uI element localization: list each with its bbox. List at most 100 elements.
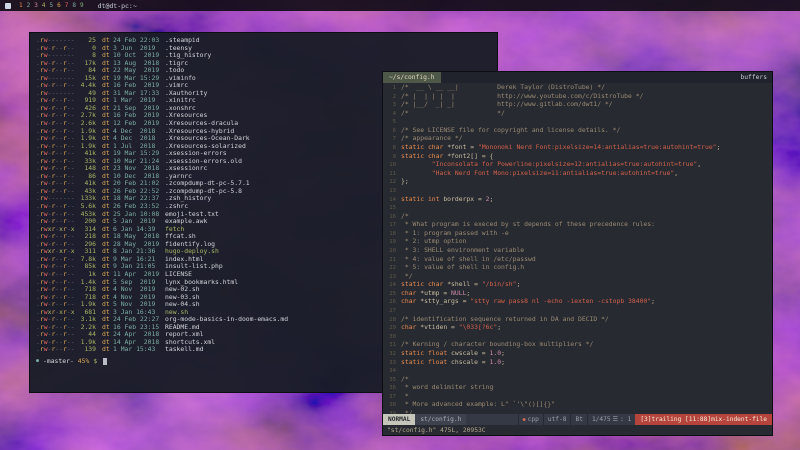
code-token: *vtiden = (420, 323, 458, 331)
code-token: ; (651, 297, 655, 305)
git-branch-label: -master- (43, 358, 74, 366)
top-panel: 123456789 dt@dt-pc:~ (0, 0, 800, 11)
code-line: 12}; (383, 178, 772, 187)
position-value: 1/475 (592, 416, 611, 423)
filetype-label: cpp (528, 416, 539, 423)
line-number: 29 (383, 325, 396, 333)
code-token: *utmp = (420, 289, 451, 297)
code-area[interactable]: 1 /* __ \ __ __| Derek Taylor (DistroTube… (383, 83, 772, 414)
workspace-4[interactable]: 4 (42, 3, 46, 9)
line-number: 35 (383, 377, 396, 385)
code-token: char (428, 152, 447, 160)
vim-editor-window[interactable]: ~/s/config.h buffers 1/* __ \ __ __| Der… (383, 72, 772, 435)
code-token: cwscale = (451, 349, 489, 357)
code-token: *shell = (447, 280, 482, 288)
workspace-9[interactable]: 9 (80, 3, 84, 9)
launcher-icon[interactable] (5, 3, 11, 9)
line-number: 14 (383, 197, 396, 205)
file-size: 139 (76, 346, 96, 354)
line-number: 23 (383, 274, 396, 282)
git-branch-icon: ● (36, 358, 39, 366)
prompt-usage: 45% (78, 358, 90, 366)
line-number: 15 (383, 205, 396, 213)
code-line: 33static float chscale = 1.0; (383, 359, 772, 368)
line-number: 28 (383, 317, 396, 325)
code-token: /* __ \ __ __| Derek Taylor (DistroTube)… (401, 83, 605, 91)
encoding-segment: utf-8 (543, 414, 571, 425)
line-number: 8 (383, 145, 396, 153)
code-token: static (401, 349, 428, 357)
code-token: 1.0 (490, 349, 502, 357)
position-segment: 1/475☰: 1 (587, 414, 635, 425)
code-token: ; (497, 323, 501, 331)
code-line: 22 * 5: value of shell in config.h (383, 264, 772, 273)
code-token: *font2[] = { (447, 152, 493, 160)
code-line: 4/* */ (383, 110, 772, 119)
code-token: ; (466, 289, 470, 297)
code-token: *stty_args = (420, 297, 470, 305)
line-number: 16 (383, 214, 396, 222)
code-token: int (428, 195, 443, 203)
whitespace-warning-segment: [3]trailing [11:88]mix-indent-file (635, 414, 772, 425)
code-token: ; (490, 195, 494, 203)
file-owner: dt (102, 346, 113, 354)
statusline-filename: st/config.h (415, 414, 466, 425)
code-token: ; (516, 280, 520, 288)
line-number: 10 (383, 162, 396, 170)
workspace-2[interactable]: 2 (27, 3, 31, 9)
code-token: float (428, 358, 451, 366)
code-token: /* | | | | | http://www.youtube.com/c/Di… (401, 92, 643, 100)
code-token: /* See LICENSE file for copyright and li… (401, 126, 620, 134)
code-token (401, 160, 432, 168)
line-number: 1 (383, 85, 396, 93)
workspace-5[interactable]: 5 (50, 3, 54, 9)
line-number: 33 (383, 360, 396, 368)
code-token: ; (501, 349, 505, 357)
tabline-fill (441, 72, 736, 83)
code-token: "\033[?6c" (459, 323, 497, 331)
line-number: 32 (383, 351, 396, 359)
code-line: 29 char *vtiden = "\033[?6c"; (383, 324, 772, 333)
code-token: static (401, 152, 428, 160)
workspace-8[interactable]: 8 (72, 3, 76, 9)
line-number: 20 (383, 248, 396, 256)
code-token: char (401, 323, 420, 331)
cpp-filetype-icon: ● (523, 417, 526, 423)
vim-command-line: "st/config.h" 475L, 20953C (383, 425, 772, 435)
workspace-3[interactable]: 3 (34, 3, 38, 9)
line-number: 36 (383, 385, 396, 393)
code-token: * More advanced example: L" `'\"()[]{}" (401, 400, 555, 408)
code-line: 14static int borderpx = 2; (383, 196, 772, 205)
workspace-6[interactable]: 6 (57, 3, 61, 9)
line-number: 12 (383, 179, 396, 187)
line-number: 22 (383, 265, 396, 273)
code-token: ; (501, 358, 505, 366)
code-token: * word delimiter string (401, 383, 493, 391)
line-number: 21 (383, 257, 396, 265)
code-line: 34 (383, 367, 772, 376)
code-line: 15 (383, 204, 772, 213)
code-token: "Hack Nerd Font Mono:pixelsize=11:antial… (432, 169, 674, 177)
code-token: /* (401, 212, 409, 220)
line-number: 9 (383, 154, 396, 162)
workspace-7[interactable]: 7 (65, 3, 69, 9)
code-token: "stty raw pass8 nl -echo -iexten -cstopb… (470, 297, 651, 305)
code-token: borderpx = (443, 195, 485, 203)
line-number: 30 (383, 334, 396, 342)
line-number: 11 (383, 171, 396, 179)
code-token: /* |__/ _| _| http://www.gitlab.com/dwt1… (401, 100, 613, 108)
code-token: char (401, 297, 420, 305)
workspace-1[interactable]: 1 (19, 3, 23, 9)
file-name: taskell.md (165, 346, 203, 354)
code-token: * 2: utmp option (401, 237, 466, 245)
code-token: static (401, 280, 428, 288)
file-permissions: .rw-r--r-- (36, 346, 76, 354)
fileformat-segment: Bt (570, 414, 586, 425)
code-line: 26char *stty_args = "stty raw pass8 nl -… (383, 298, 772, 307)
code-token: chscale = (451, 358, 489, 366)
workspace-list: 123456789 (19, 3, 84, 9)
line-number: 5 (383, 119, 396, 127)
tab-config-h[interactable]: ~/s/config.h (383, 72, 441, 83)
line-number: 4 (383, 111, 396, 119)
prompt-symbol: $ (93, 358, 97, 366)
